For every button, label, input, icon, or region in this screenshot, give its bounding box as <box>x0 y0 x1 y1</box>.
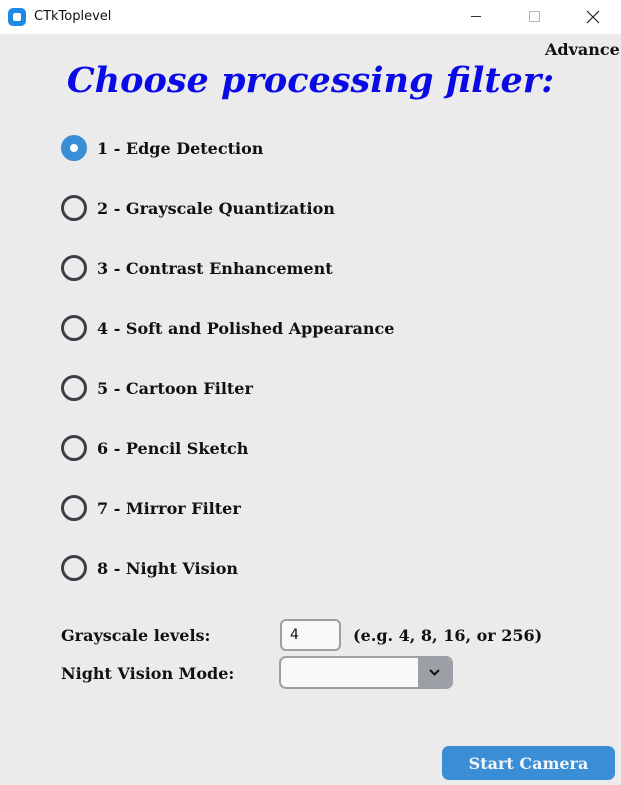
radio-button[interactable] <box>61 375 87 401</box>
filter-option-label: 5 - Cartoon Filter <box>97 379 253 398</box>
grayscale-levels-input[interactable] <box>280 619 341 651</box>
night-vision-mode-select[interactable] <box>279 656 453 689</box>
filter-option-label: 7 - Mirror Filter <box>97 499 241 518</box>
filter-option-label: 6 - Pencil Sketch <box>97 439 249 458</box>
radio-button[interactable] <box>61 315 87 341</box>
app-icon <box>8 8 26 26</box>
radio-button[interactable] <box>61 135 87 161</box>
maximize-icon[interactable] <box>510 0 556 34</box>
chevron-down-icon <box>429 669 440 676</box>
grayscale-levels-hint: (e.g. 4, 8, 16, or 256) <box>353 626 543 645</box>
grayscale-levels-label: Grayscale levels: <box>61 626 211 645</box>
radio-button[interactable] <box>61 435 87 461</box>
filter-option-label: 2 - Grayscale Quantization <box>97 199 335 218</box>
start-camera-button[interactable]: Start Camera <box>442 746 615 780</box>
close-icon[interactable] <box>570 0 616 34</box>
night-vision-mode-label: Night Vision Mode: <box>61 664 235 683</box>
advance-menu[interactable]: Advance <box>545 40 620 59</box>
filter-option-label: 8 - Night Vision <box>97 559 238 578</box>
window-title: CTkToplevel <box>34 9 112 24</box>
page-title: Choose processing filter: <box>66 60 555 101</box>
filter-option-label: 1 - Edge Detection <box>97 139 264 158</box>
minimize-icon[interactable] <box>452 0 498 34</box>
filter-option-label: 3 - Contrast Enhancement <box>97 259 333 278</box>
radio-button[interactable] <box>61 195 87 221</box>
filter-option-label: 4 - Soft and Polished Appearance <box>97 319 395 338</box>
title-bar: CTkToplevel <box>0 0 621 34</box>
radio-button[interactable] <box>61 555 87 581</box>
radio-button[interactable] <box>61 255 87 281</box>
dropdown-button[interactable] <box>418 658 451 687</box>
radio-button[interactable] <box>61 495 87 521</box>
